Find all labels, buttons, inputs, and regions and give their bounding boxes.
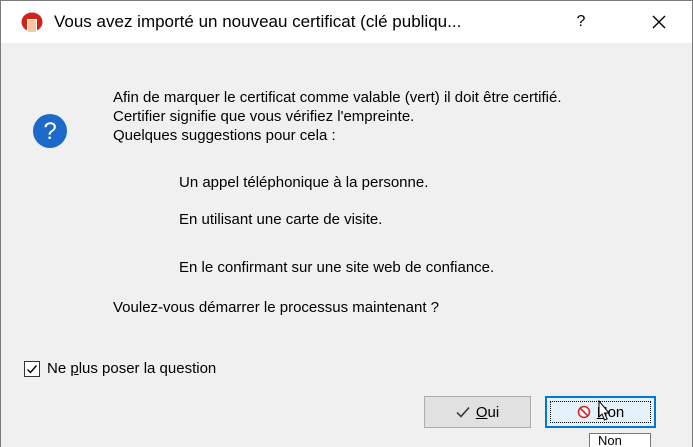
checkmark-icon [27,364,38,374]
message-line-1: Afin de marquer le certificat comme vala… [113,89,562,106]
close-button[interactable] [633,1,685,43]
kleopatra-icon [21,12,43,32]
yes-label: Oui [475,403,500,421]
dont-ask-again-option[interactable]: Ne plus poser la question [24,360,216,377]
message-line-3: Quelques suggestions pour cela : [113,127,336,144]
suggestion-business-card: En utilisant une carte de visite. [179,211,383,228]
suggestion-website: En le confirmant sur une site web de con… [179,259,495,276]
svg-text:?: ? [43,118,56,145]
yes-button[interactable]: Oui [424,396,531,428]
help-button[interactable]: ? [556,1,606,43]
dont-ask-again-label: Ne plus poser la question [47,360,217,377]
check-icon [456,407,470,418]
dialog-window: Vous avez importé un nouveau certificat … [0,0,693,447]
mouse-cursor-icon [598,399,611,421]
suggestion-phone: Un appel téléphonique à la personne. [179,174,429,191]
prompt-text: Voulez-vous démarrer le processus mainte… [113,299,440,316]
question-icon: ? [33,114,67,148]
title-bar: Vous avez importé un nouveau certificat … [1,1,692,43]
help-label: ? [576,13,586,30]
message-line-2: Certifier signifie que vous vérifiez l'e… [113,108,415,125]
window-title: Vous avez importé un nouveau certificat … [54,12,462,31]
close-icon [652,15,666,29]
dont-ask-again-checkbox[interactable] [24,360,40,377]
tooltip: Non [589,433,651,447]
